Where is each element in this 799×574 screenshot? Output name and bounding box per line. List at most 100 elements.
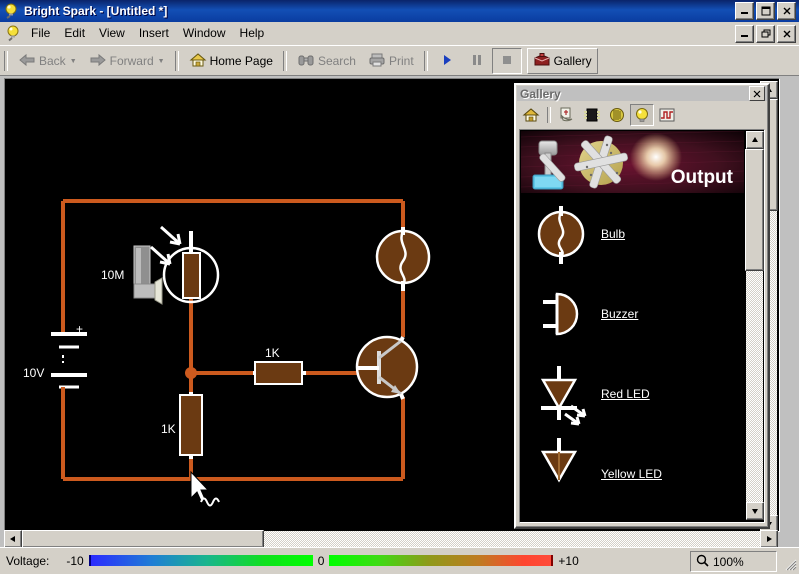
menu-item-window[interactable]: Window [176, 24, 233, 42]
menu-item-insert[interactable]: Insert [132, 24, 176, 42]
home-page-label: Home Page [210, 54, 273, 68]
home-icon [189, 52, 207, 70]
app-logo-icon [4, 24, 24, 42]
resistor-vertical-symbol [180, 392, 202, 459]
horizontal-scroll-track[interactable] [264, 531, 760, 547]
menu-item-file[interactable]: File [24, 24, 57, 42]
gallery-scroll-track[interactable] [746, 271, 763, 502]
gallery-scroll-up-button[interactable] [746, 131, 764, 149]
horizontal-scroll-thumb[interactable] [22, 530, 264, 548]
play-button[interactable] [432, 48, 462, 74]
close-button[interactable] [777, 2, 796, 20]
gallery-banner: Output [521, 131, 744, 193]
gallery-item-buzzer[interactable]: Buzzer [521, 274, 744, 354]
print-label: Print [389, 54, 414, 68]
gallery-box-icon [533, 52, 551, 70]
forward-button[interactable]: Forward ▼ [83, 48, 171, 74]
menu-bar: File Edit View Insert Window Help [0, 22, 799, 45]
gallery-panel: Gallery [514, 83, 770, 529]
wire-junction [185, 367, 197, 379]
resistor-horizontal-label: 1K [265, 346, 280, 360]
bulb-symbol [377, 227, 429, 291]
pause-button[interactable] [462, 48, 492, 74]
play-icon [438, 52, 456, 70]
back-label: Back [39, 54, 66, 68]
voltage-scale-max: +10 [553, 554, 583, 568]
title-bar: Bright Spark - [Untitled *] [0, 0, 799, 22]
main-toolbar: Back ▼ Forward ▼ Home Page [0, 45, 799, 76]
forward-dropdown-icon[interactable]: ▼ [158, 58, 165, 65]
gallery-item-label[interactable]: Buzzer [601, 307, 638, 321]
gallery-output-icon[interactable] [630, 104, 654, 126]
application-window: Bright Spark - [Untitled *] File Edit V [0, 0, 799, 572]
print-button[interactable]: Print [362, 48, 420, 74]
search-button[interactable]: Search [291, 48, 362, 74]
gallery-scroll-thumb[interactable] [745, 149, 764, 271]
scroll-right-button[interactable] [760, 530, 778, 548]
gallery-process-icon[interactable] [605, 104, 629, 126]
printer-icon [368, 52, 386, 70]
maximize-button[interactable] [756, 2, 775, 20]
gallery-item-label[interactable]: Bulb [601, 227, 625, 241]
toolbar-separator-4 [424, 51, 428, 71]
voltage-scale-mid: 0 [313, 554, 330, 568]
resize-grip[interactable] [783, 557, 797, 571]
gallery-toolbar-separator [547, 107, 551, 123]
gallery-vertical-scrollbar[interactable] [746, 131, 763, 520]
home-page-button[interactable]: Home Page [183, 48, 279, 74]
back-arrow-icon [18, 52, 36, 70]
red-led-symbol-icon [521, 354, 601, 434]
battery-voltage-label: 10V [23, 366, 44, 380]
gallery-item-bulb[interactable]: Bulb [521, 194, 744, 274]
minimize-button[interactable] [735, 2, 754, 20]
gallery-button[interactable]: Gallery [527, 48, 598, 74]
resistor-horizontal-symbol [253, 362, 306, 384]
stop-button[interactable] [492, 48, 522, 74]
gallery-banner-title: Output [671, 167, 734, 188]
gallery-item-yellow-led[interactable]: Yellow LED [521, 434, 744, 514]
zoom-status-panel[interactable]: 100% [690, 551, 777, 572]
gallery-item-red-led[interactable]: Red LED [521, 354, 744, 434]
stop-icon [498, 52, 516, 70]
transistor-symbol [357, 337, 417, 399]
gallery-title: Gallery [520, 87, 561, 101]
mdi-client-area: + 10V [0, 75, 799, 548]
scroll-left-button[interactable] [4, 530, 22, 548]
window-controls [735, 2, 796, 20]
forward-arrow-icon [89, 52, 107, 70]
gallery-input-icon[interactable] [555, 104, 579, 126]
gallery-title-bar[interactable]: Gallery [517, 86, 767, 101]
back-dropdown-icon[interactable]: ▼ [70, 58, 77, 65]
lightbulb-icon [3, 3, 21, 19]
back-button[interactable]: Back ▼ [12, 48, 83, 74]
toolbar-separator-3 [283, 51, 287, 71]
menu-item-edit[interactable]: Edit [57, 24, 92, 42]
canvas-horizontal-scrollbar[interactable] [4, 531, 778, 547]
yellow-led-symbol-icon [521, 434, 601, 514]
voltage-scale-min: -10 [61, 554, 88, 568]
gallery-toolbar [516, 102, 768, 128]
forward-label: Forward [110, 54, 154, 68]
gallery-scroll-down-button[interactable] [746, 502, 764, 520]
voltage-label: Voltage: [6, 554, 49, 568]
gallery-home-icon[interactable] [519, 104, 543, 126]
gallery-signal-icon[interactable] [655, 104, 679, 126]
menu-item-view[interactable]: View [92, 24, 132, 42]
toolbar-separator [4, 51, 8, 71]
bulb-symbol-icon [521, 194, 601, 274]
gallery-item-label[interactable]: Red LED [601, 387, 650, 401]
gallery-item-list: Bulb Buzzer [521, 194, 744, 519]
mouse-cursor [191, 472, 208, 501]
mdi-minimize-button[interactable] [735, 25, 754, 43]
gallery-item-label[interactable]: Yellow LED [601, 467, 662, 481]
magnifier-icon [696, 554, 709, 570]
gallery-chip-icon[interactable] [580, 104, 604, 126]
mdi-restore-button[interactable] [756, 25, 775, 43]
gallery-close-button[interactable] [749, 86, 765, 101]
menu-item-help[interactable]: Help [233, 24, 272, 42]
status-bar: Voltage: -10 0 +10 100% [0, 547, 799, 573]
ldr-value-label: 10M [101, 268, 124, 282]
probe-waveform-icon [201, 499, 219, 506]
window-title: Bright Spark - [Untitled *] [24, 4, 167, 18]
mdi-close-button[interactable] [777, 25, 796, 43]
